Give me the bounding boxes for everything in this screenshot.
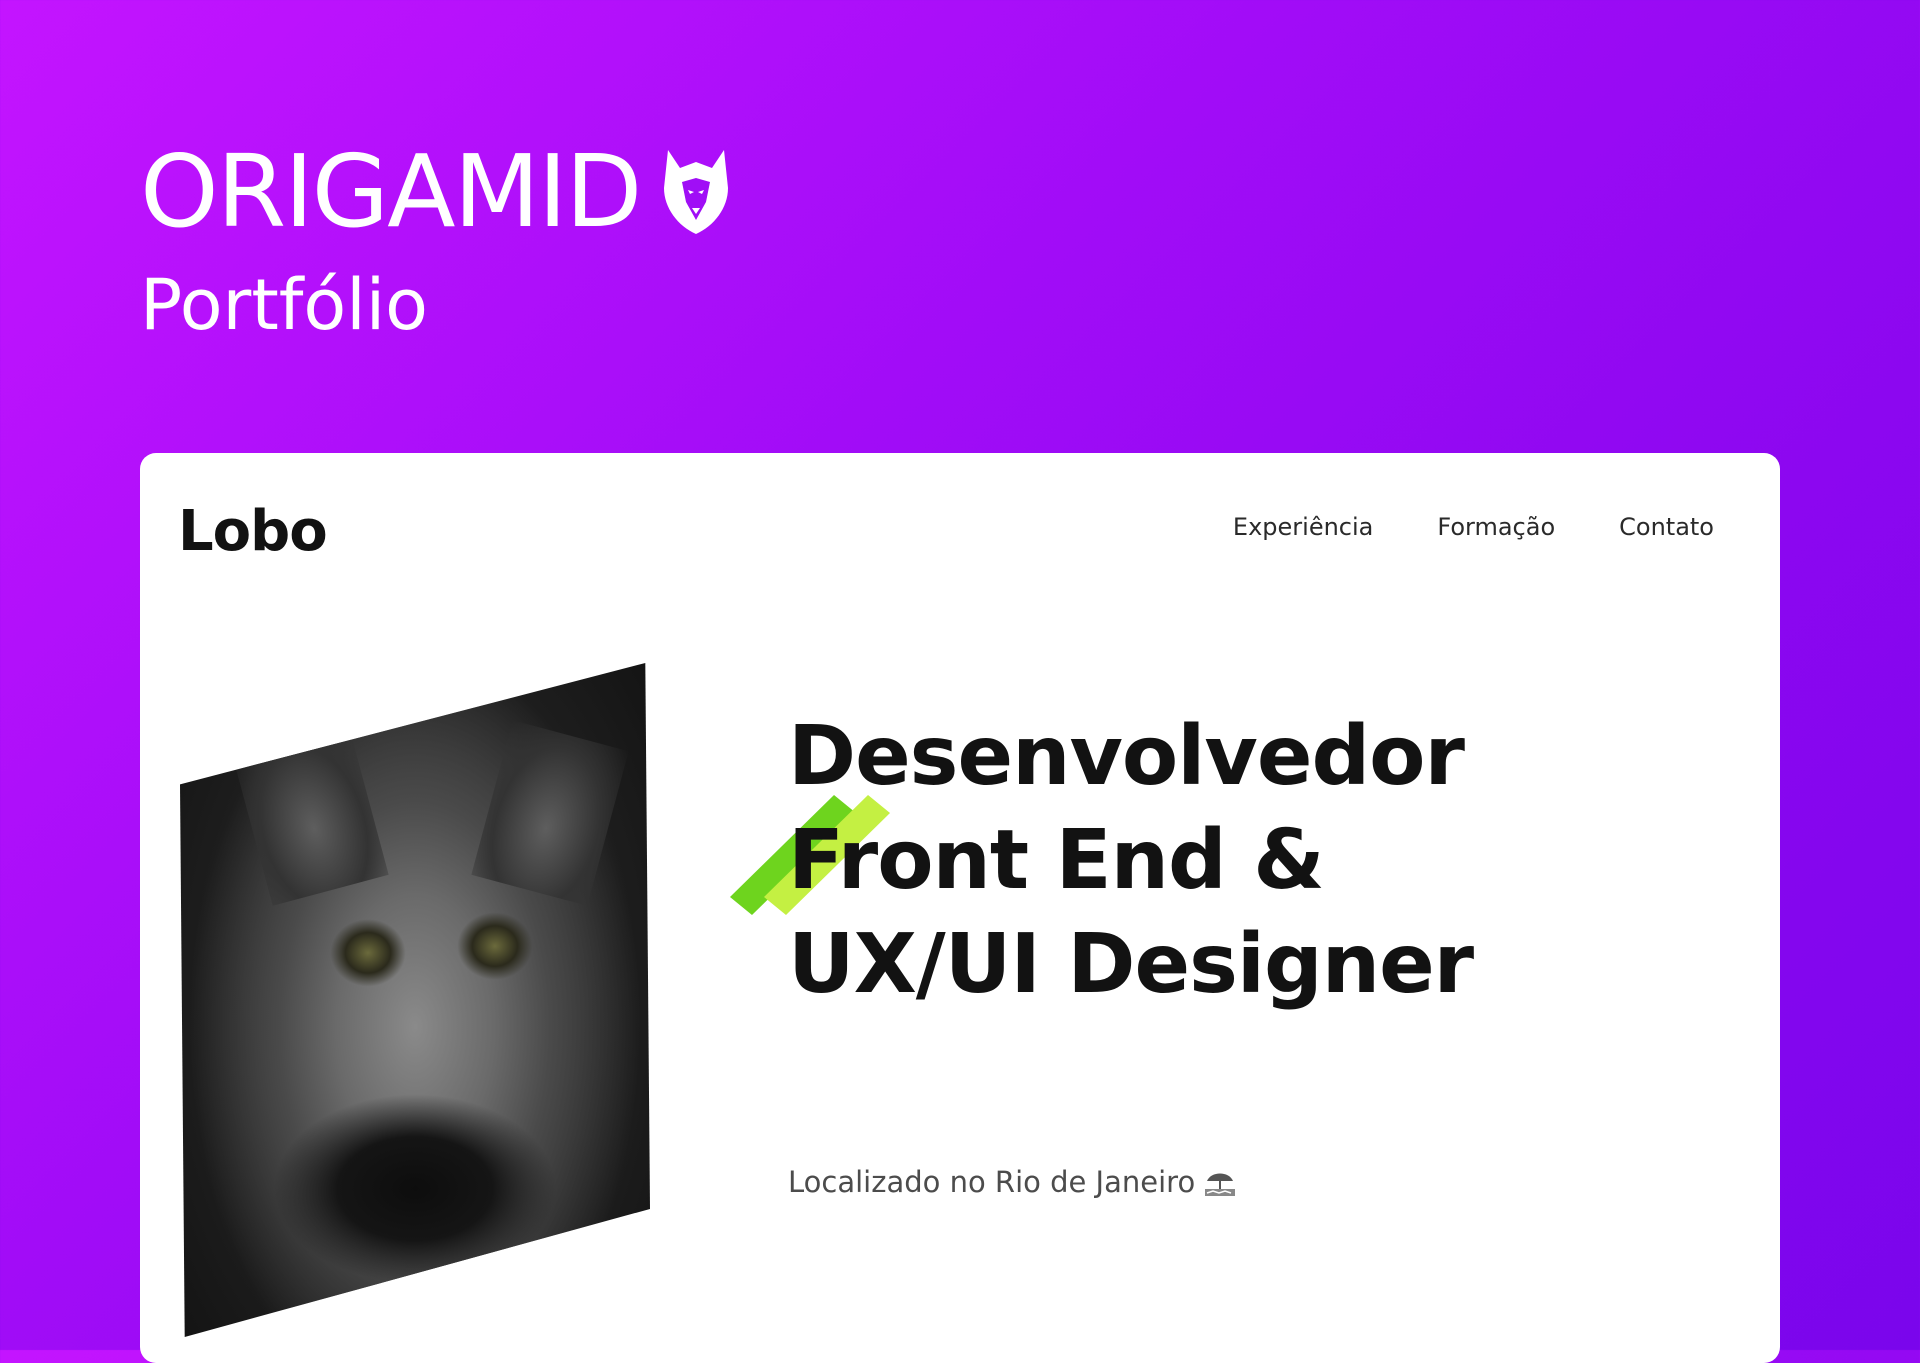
wolf-head-icon <box>664 150 729 234</box>
wolf-photo <box>180 663 650 1337</box>
nav-item-formacao[interactable]: Formação <box>1437 513 1555 542</box>
headline-line-3: UX/UI Designer <box>788 917 1474 1012</box>
wolf-ear-left <box>231 720 389 906</box>
nav-item-contato[interactable]: Contato <box>1619 513 1714 542</box>
beach-umbrella-icon <box>1205 1173 1236 1197</box>
headline-line-1: Desenvolvedor <box>788 709 1465 804</box>
site-logo[interactable]: Lobo <box>178 501 328 563</box>
hero-location: Localizado no Rio de Janeiro <box>788 1165 1237 1200</box>
portfolio-preview-card: Lobo Experiência Formação Contato Desenv… <box>140 453 1780 1363</box>
hero-headline: Desenvolvedor Front End & UX/UI Designer <box>788 705 1474 1017</box>
brand-wordmark: ORIGAMID <box>140 133 642 250</box>
site-nav: Experiência Formação Contato <box>1233 513 1714 542</box>
wolf-ear-right <box>471 720 629 906</box>
location-text: Localizado no Rio de Janeiro <box>788 1165 1196 1199</box>
page-subtitle: Portfólio <box>140 264 428 346</box>
brand-header: ORIGAMID <box>140 142 730 242</box>
headline-line-2: Front End & <box>788 813 1325 908</box>
nav-item-experiencia[interactable]: Experiência <box>1233 513 1373 542</box>
